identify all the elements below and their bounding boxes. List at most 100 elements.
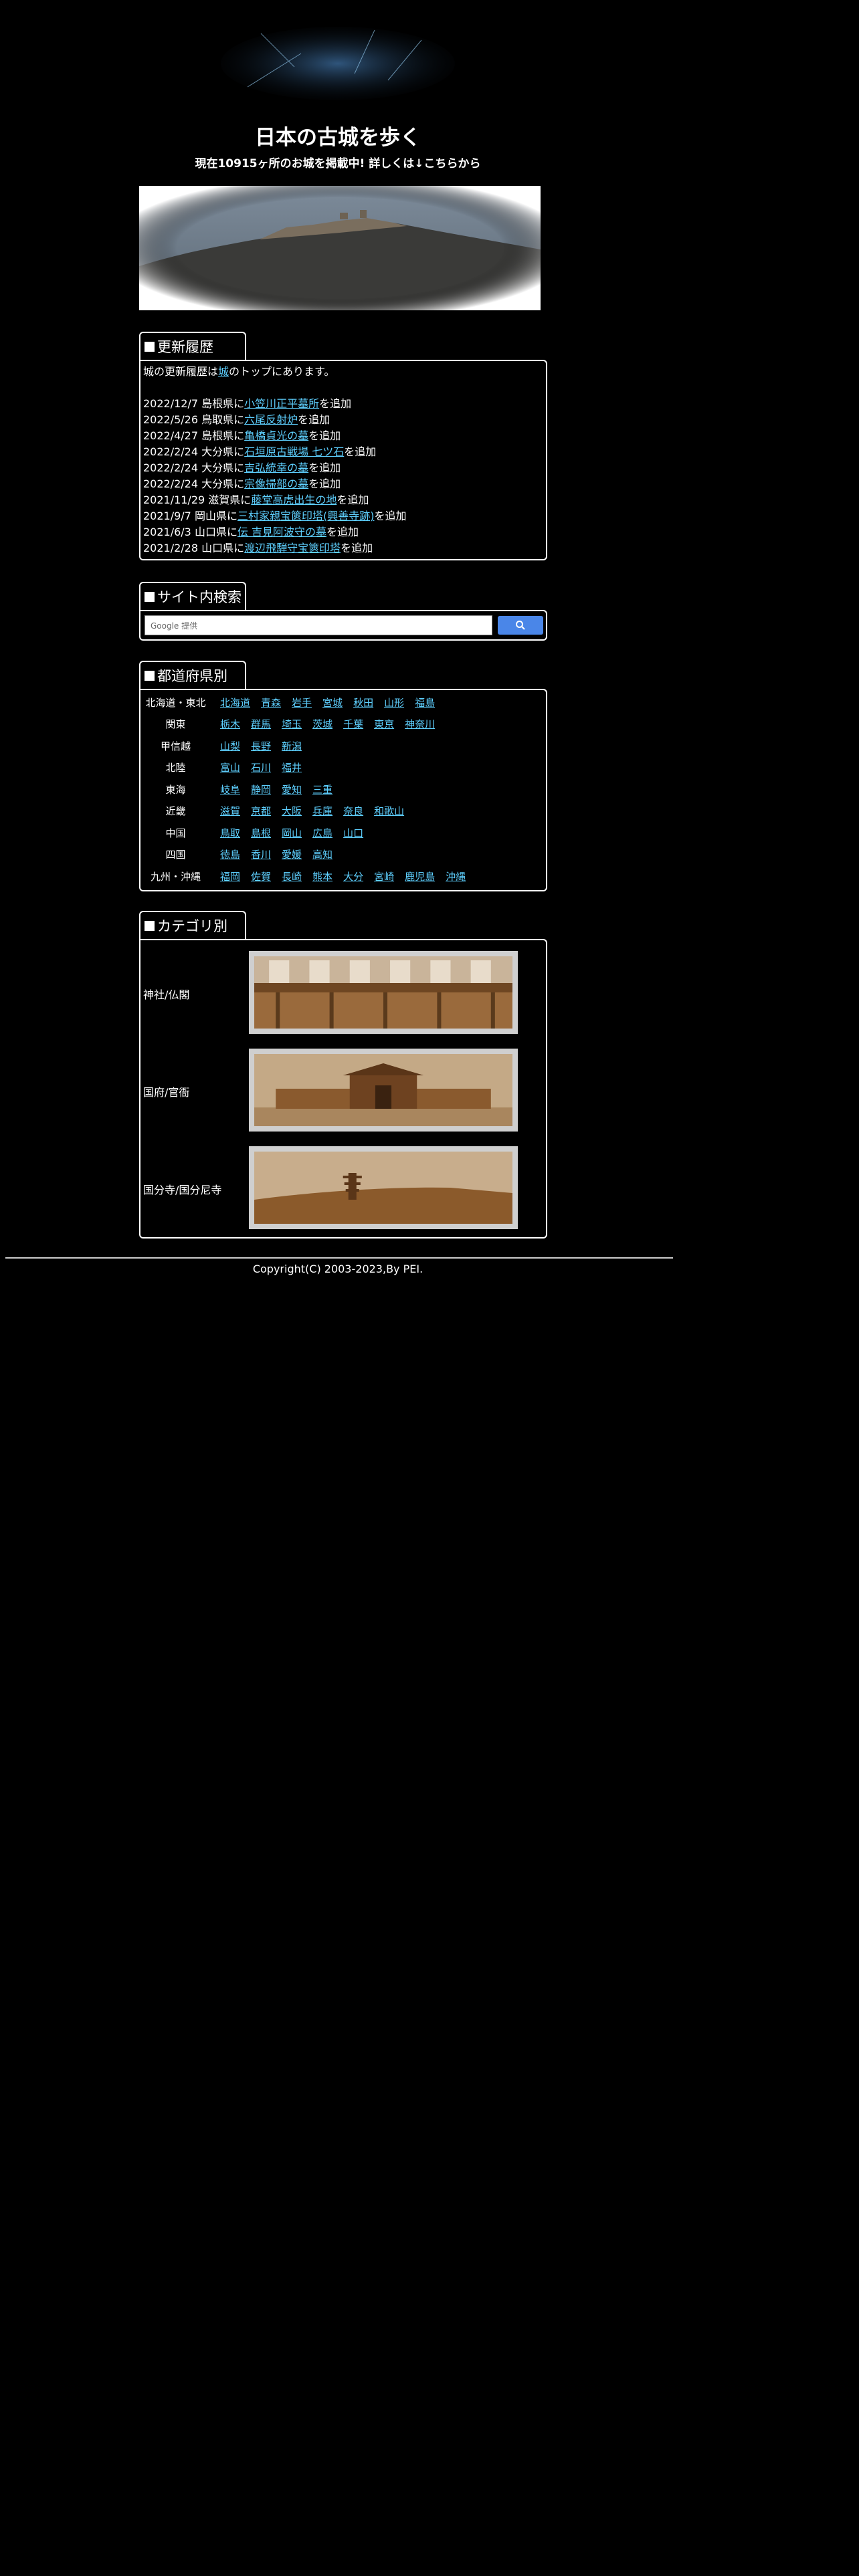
prefecture-link[interactable]: 福井 xyxy=(282,760,302,774)
prefecture-box: 北海道・東北 北海道 青森 岩手 宮城 秋田 山形 福島 関東 栃木 群馬 埼玉 茨城 千葉 東京 神奈川 甲信… xyxy=(139,689,547,891)
updates-section-tab: 更新履歴 xyxy=(139,332,246,360)
prefecture-link[interactable]: 福岡 xyxy=(220,869,240,883)
update-item: 2021/11/29 滋賀県に藤堂高虎出生の地を追加 xyxy=(143,492,543,508)
region-label: 甲信越 xyxy=(160,740,191,752)
category-item-kokufu[interactable]: 国府/官衙 xyxy=(140,1049,546,1136)
prefecture-link[interactable]: 和歌山 xyxy=(374,804,404,818)
prefecture-link[interactable]: 富山 xyxy=(220,760,240,774)
update-link[interactable]: 三村家親宝篋印塔(興善寺跡) xyxy=(237,510,375,522)
category-heading: カテゴリ別 xyxy=(157,918,227,934)
prefecture-link[interactable]: 岡山 xyxy=(282,826,302,840)
updates-intro-prefix: 城の更新履歴は xyxy=(143,365,219,378)
update-link[interactable]: 六尾反射炉 xyxy=(244,413,298,426)
prefecture-link[interactable]: 沖縄 xyxy=(446,869,466,883)
square-icon xyxy=(145,920,155,931)
prefecture-link[interactable]: 埼玉 xyxy=(282,717,302,731)
update-text: 2022/2/24 大分県に xyxy=(143,445,245,458)
prefecture-link[interactable]: 京都 xyxy=(251,804,271,818)
update-link[interactable]: 藤堂高虎出生の地 xyxy=(251,494,337,506)
prefecture-link[interactable]: 栃木 xyxy=(220,717,240,731)
prefecture-link[interactable]: 佐賀 xyxy=(251,869,271,883)
prefecture-link[interactable]: 島根 xyxy=(251,826,271,840)
prefecture-link[interactable]: 神奈川 xyxy=(405,717,435,731)
page-subtitle: 現在10915ヶ所のお城を掲載中! 詳しくは↓こちらから xyxy=(195,157,481,171)
prefecture-link[interactable]: 千葉 xyxy=(343,717,363,731)
prefecture-link[interactable]: 山形 xyxy=(384,695,404,710)
square-icon xyxy=(145,591,155,602)
prefecture-heading: 都道府県別 xyxy=(157,668,227,684)
prefecture-row: 四国 徳島 香川 愛媛 高知 xyxy=(140,844,546,865)
update-suffix: を追加 xyxy=(337,494,369,506)
prefecture-link[interactable]: 愛媛 xyxy=(282,847,302,861)
prefecture-link[interactable]: 北海道 xyxy=(220,695,250,710)
search-heading: サイト内検索 xyxy=(157,589,242,605)
prefecture-link[interactable]: 広島 xyxy=(312,826,332,840)
update-text: 2021/6/3 山口県に xyxy=(143,526,237,538)
prefecture-link[interactable]: 徳島 xyxy=(220,847,240,861)
prefecture-link[interactable]: 香川 xyxy=(251,847,271,861)
footer-divider xyxy=(5,1257,673,1259)
updates-box: 城の更新履歴は城のトップにあります。 2022/12/7 島根県に小笠川正平墓所… xyxy=(139,360,547,560)
update-link[interactable]: 石垣原古戦場 七ツ石 xyxy=(244,445,344,458)
search-input[interactable]: Google 提供 xyxy=(145,615,492,635)
category-item-kokubunji[interactable]: 国分寺/国分尼寺 xyxy=(140,1146,546,1233)
prefecture-link[interactable]: 静岡 xyxy=(251,782,271,796)
prefecture-link[interactable]: 新潟 xyxy=(282,739,302,753)
prefecture-link[interactable]: 宮城 xyxy=(322,695,343,710)
category-label: 神社/仏閣 xyxy=(143,988,190,1001)
update-suffix: を追加 xyxy=(308,429,341,442)
update-item: 2022/2/24 大分県に宗像掃部の墓を追加 xyxy=(143,476,543,492)
prefecture-link[interactable]: 鳥取 xyxy=(220,826,240,840)
category-label: 国府/官衙 xyxy=(143,1086,190,1099)
category-item-shrine[interactable]: 神社/仏閣 xyxy=(140,951,546,1038)
prefecture-link[interactable]: 石川 xyxy=(251,760,271,774)
prefecture-link[interactable]: 高知 xyxy=(312,847,332,861)
prefecture-link[interactable]: 山口 xyxy=(343,826,363,840)
kokufu-photo[interactable] xyxy=(249,1049,518,1132)
kokubunji-photo[interactable] xyxy=(249,1146,518,1229)
castle-top-link[interactable]: 城 xyxy=(218,365,229,378)
update-text: 2021/2/28 山口県に xyxy=(143,542,245,554)
update-text: 2022/2/24 大分県に xyxy=(143,477,245,490)
prefecture-link[interactable]: 長野 xyxy=(251,739,271,753)
prefecture-link[interactable]: 愛知 xyxy=(282,782,302,796)
category-box: 神社/仏閣 国府/官衙 国分寺/国分尼寺 xyxy=(139,939,547,1239)
category-label: 国分寺/国分尼寺 xyxy=(143,1184,222,1196)
site-logo[interactable] xyxy=(221,27,455,100)
prefecture-link[interactable]: 長崎 xyxy=(282,869,302,883)
update-suffix: を追加 xyxy=(344,445,377,458)
update-link[interactable]: 吉弘統幸の墓 xyxy=(244,461,308,474)
update-link[interactable]: 小笠川正平墓所 xyxy=(244,397,319,410)
prefecture-link[interactable]: 大阪 xyxy=(282,804,302,818)
prefecture-link[interactable]: 福島 xyxy=(415,695,435,710)
prefecture-link[interactable]: 岐阜 xyxy=(220,782,240,796)
search-button[interactable] xyxy=(498,616,543,635)
prefecture-link[interactable]: 秋田 xyxy=(353,695,373,710)
prefecture-link[interactable]: 茨城 xyxy=(312,717,332,731)
prefecture-link[interactable]: 兵庫 xyxy=(312,804,332,818)
prefecture-link[interactable]: 群馬 xyxy=(251,717,271,731)
prefecture-link[interactable]: 山梨 xyxy=(220,739,240,753)
prefecture-link[interactable]: 三重 xyxy=(312,782,332,796)
prefecture-link[interactable]: 青森 xyxy=(261,695,281,710)
search-box: Google 提供 xyxy=(139,610,547,641)
page-title: 日本の古城を歩く xyxy=(255,126,421,150)
prefecture-link[interactable]: 奈良 xyxy=(343,804,363,818)
shrine-photo[interactable] xyxy=(249,951,518,1034)
update-text: 2022/4/27 島根県に xyxy=(143,429,245,442)
prefecture-link[interactable]: 大分 xyxy=(343,869,363,883)
prefecture-link[interactable]: 宮崎 xyxy=(374,869,394,883)
update-item: 2022/4/27 島根県に亀橋貞光の墓を追加 xyxy=(143,428,543,444)
region-label: 近畿 xyxy=(165,805,186,817)
update-link[interactable]: 渡辺飛騨守宝篋印塔 xyxy=(244,542,341,554)
prefecture-link[interactable]: 滋賀 xyxy=(220,804,240,818)
update-link[interactable]: 宗像掃部の墓 xyxy=(244,477,308,490)
prefecture-link[interactable]: 東京 xyxy=(374,717,394,731)
prefecture-link[interactable]: 岩手 xyxy=(292,695,312,710)
prefecture-link[interactable]: 鹿児島 xyxy=(405,869,435,883)
prefecture-row: 関東 栃木 群馬 埼玉 茨城 千葉 東京 神奈川 xyxy=(140,714,546,735)
update-link[interactable]: 亀橋貞光の墓 xyxy=(244,429,308,442)
update-suffix: を追加 xyxy=(374,510,407,522)
prefecture-link[interactable]: 熊本 xyxy=(312,869,332,883)
update-link[interactable]: 伝 吉見阿波守の墓 xyxy=(237,526,326,538)
